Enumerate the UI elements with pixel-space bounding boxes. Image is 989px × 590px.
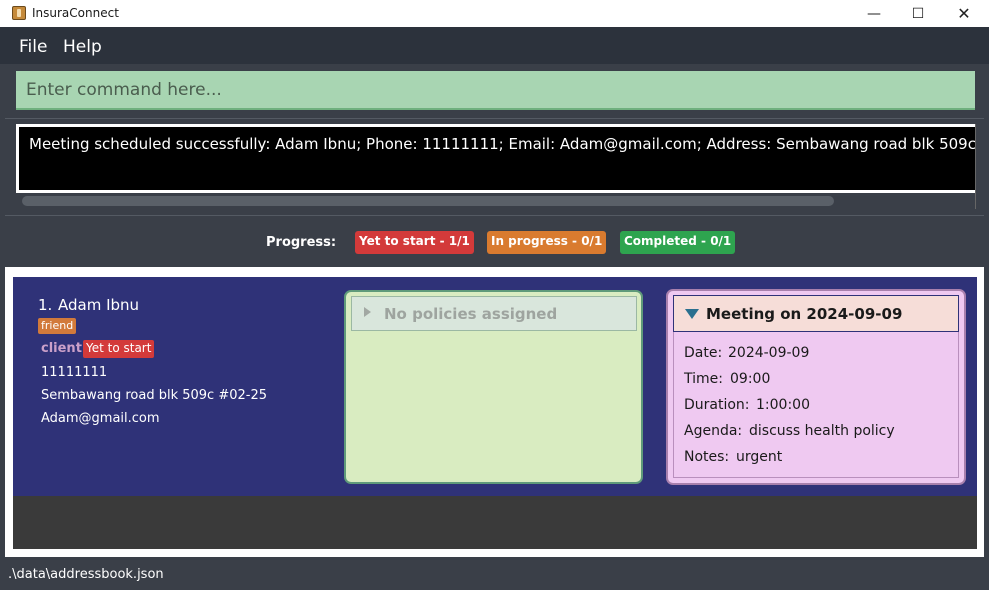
expand-arrow-icon — [364, 307, 371, 317]
result-text: Meeting scheduled successfully: Adam Ibn… — [29, 135, 975, 153]
result-scroll-edge — [975, 124, 984, 209]
progress-yet-to-start-badge: Yet to start - 1/1 — [355, 231, 474, 254]
minimize-button[interactable]: — — [851, 0, 897, 27]
person-address: Sembawang road blk 509c #02-25 — [41, 388, 268, 403]
menu-help[interactable]: Help — [63, 37, 102, 57]
policies-label: No policies assigned — [384, 305, 558, 323]
meeting-notes-label: Notes: — [684, 449, 730, 465]
maximize-button[interactable]: ☐ — [895, 0, 941, 27]
menu-file[interactable]: File — [19, 37, 47, 57]
title-bar — [0, 0, 989, 27]
meeting-time-value: 09:00 — [730, 371, 771, 387]
progress-in-progress-badge: In progress - 0/1 — [487, 231, 607, 254]
close-button[interactable]: ✕ — [941, 0, 987, 27]
meeting-title: Meeting on 2024-09-09 — [706, 305, 903, 323]
person-name: Adam Ibnu — [58, 296, 140, 314]
meeting-duration-value: 1:00:00 — [756, 397, 810, 413]
person-index: 1. — [38, 296, 53, 314]
relationship-tag: friend — [38, 318, 77, 334]
command-input[interactable] — [16, 71, 975, 110]
progress-completed-badge: Completed - 0/1 — [620, 231, 736, 254]
meeting-notes-value: urgent — [736, 449, 783, 465]
status-file-path: .\data\addressbook.json — [8, 567, 164, 582]
result-horizontal-scrollbar[interactable] — [22, 196, 834, 206]
meeting-agenda-label: Agenda: — [684, 423, 743, 439]
meeting-time-label: Time: — [684, 371, 723, 387]
meeting-duration-label: Duration: — [684, 397, 750, 413]
person-status-badge: Yet to start — [83, 340, 155, 358]
person-phone: 11111111 — [41, 365, 108, 380]
person-email: Adam@gmail.com — [41, 411, 160, 426]
person-role: client — [41, 341, 82, 356]
window-title: InsuraConnect — [32, 6, 119, 20]
menu-bar — [0, 27, 989, 64]
app-icon — [12, 6, 26, 20]
meeting-agenda-value: discuss health policy — [749, 423, 895, 439]
progress-label: Progress: — [266, 235, 337, 250]
result-display[interactable]: Meeting scheduled successfully: Adam Ibn… — [16, 124, 975, 193]
meeting-date-label: Date: — [684, 345, 723, 361]
collapse-arrow-icon — [685, 309, 699, 319]
person-list-empty-area — [13, 496, 977, 549]
meeting-date-value: 2024-09-09 — [728, 345, 810, 361]
